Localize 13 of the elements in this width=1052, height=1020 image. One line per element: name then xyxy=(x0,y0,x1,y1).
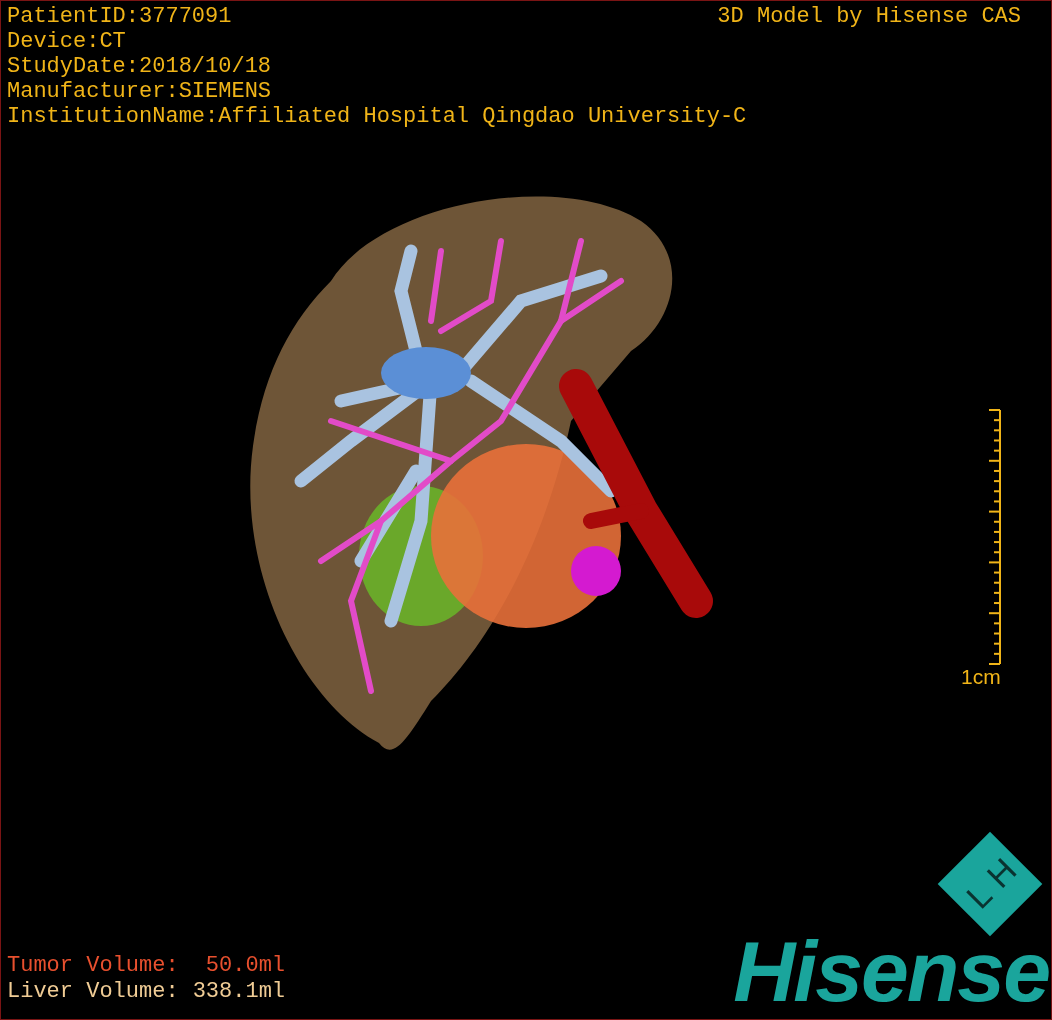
volume-value: 50.0ml xyxy=(204,953,286,979)
scale-label: 1cm xyxy=(961,666,1001,688)
study-info-text: PatientID:3777091 xyxy=(7,4,232,29)
volume-value: 338.1ml xyxy=(192,979,286,1005)
scale-ruler-icon xyxy=(988,409,1001,665)
volume-label: Tumor Volume: xyxy=(7,953,179,979)
volume-label: Liver Volume: xyxy=(7,979,179,1005)
viewer-title: 3D Model by Hisense CAS xyxy=(717,4,1021,29)
study-info-text: Manufacturer:SIEMENS xyxy=(7,79,272,104)
logo-emblem: H L xyxy=(937,831,1043,937)
study-info-text: StudyDate:2018/10/18 xyxy=(7,54,272,79)
study-info-text: InstitutionName:Affiliated Hospital Qingdao University-C xyxy=(7,104,747,129)
study-info-text: Device:CT xyxy=(7,29,126,54)
